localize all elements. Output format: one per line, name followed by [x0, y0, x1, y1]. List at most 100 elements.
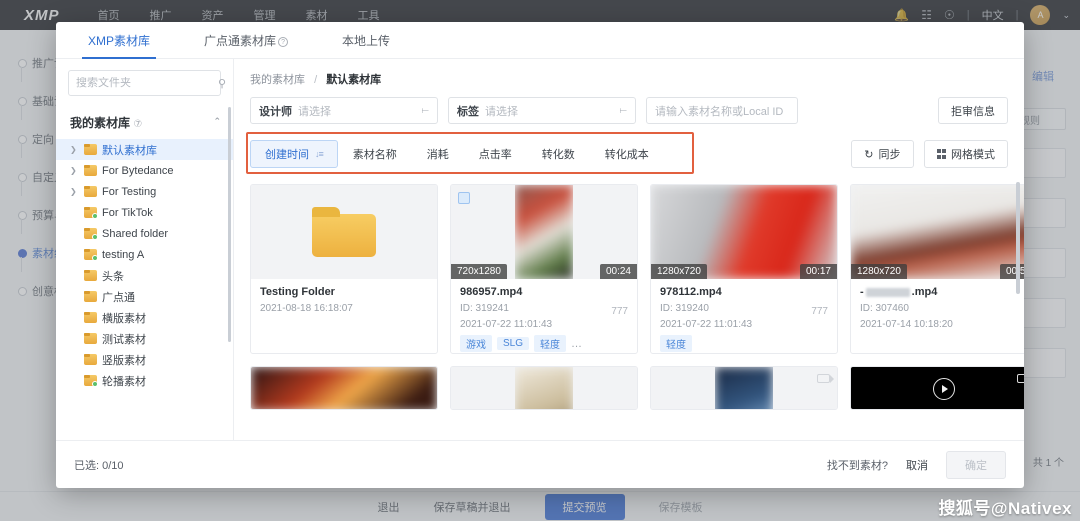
save-draft-exit-button[interactable]: 保存草稿并退出 [434, 499, 511, 515]
save-template-button[interactable]: 保存模板 [659, 499, 703, 515]
card-title: 978112.mp4 [660, 286, 722, 298]
folder-item-testing[interactable]: ❯ For Testing [56, 181, 233, 202]
breadcrumb-current: 默认素材库 [326, 74, 382, 86]
material-card-row2-2[interactable] [450, 366, 638, 410]
grid-mode-button[interactable]: 网格模式 [923, 140, 1008, 168]
submit-preview-button[interactable]: 提交预览 [544, 493, 625, 520]
folder-icon [84, 333, 97, 344]
nav-item-management[interactable]: 管理 [254, 7, 276, 23]
footer-actions: 找不到素材? 取消 确定 [827, 450, 1006, 479]
sort-conversions[interactable]: 转化数 [527, 140, 590, 168]
tab-xmp-library-label: XMP素材库 [88, 34, 151, 48]
folder-item-gdt[interactable]: ❯ 广点通 [56, 286, 233, 307]
nav-item-home[interactable]: 首页 [98, 7, 120, 23]
language-switcher[interactable]: 中文 [982, 7, 1004, 23]
grid-scrollbar[interactable] [1016, 182, 1020, 294]
folder-item-toutiao[interactable]: ❯ 头条 [56, 265, 233, 286]
folder-item-default[interactable]: ❯ 默认素材库 [56, 139, 233, 160]
list-icon[interactable]: ☷ [921, 8, 932, 22]
chevron-right-icon[interactable]: ❯ [70, 166, 79, 175]
material-card-folder[interactable]: Testing Folder 2021-08-18 16:18:07 [250, 184, 438, 354]
folder-item-carousel[interactable]: ❯ 轮播素材 [56, 370, 233, 391]
folder-item-label: 轮播素材 [102, 375, 146, 388]
card-tag[interactable]: 轻度 [534, 335, 567, 352]
material-card-986957[interactable]: 720x1280 00:24 986957.mp4 ID: 319241 777… [450, 184, 638, 354]
folder-icon [84, 165, 97, 176]
reject-info-button[interactable]: 拒审信息 [938, 97, 1008, 124]
help-icon[interactable]: ? [278, 37, 289, 47]
folder-item-testing-a[interactable]: ❯ testing A [56, 244, 233, 265]
cancel-button[interactable]: 取消 [906, 457, 928, 473]
card-tag-more[interactable]: … [571, 338, 582, 350]
topbar-divider-right: | [1015, 9, 1019, 21]
nav-item-assets[interactable]: 资产 [202, 7, 224, 23]
folder-item-tiktok[interactable]: ❯ For TikTok [56, 202, 233, 223]
folder-item-bytedance[interactable]: ❯ For Bytedance [56, 160, 233, 181]
folder-item-landscape[interactable]: ❯ 横版素材 [56, 307, 233, 328]
nav-item-promotion[interactable]: 推广 [150, 7, 172, 23]
app-logo[interactable]: XMP [24, 7, 60, 24]
folder-pane-scrollbar[interactable] [228, 107, 231, 342]
sort-create-time[interactable]: 创建时间 ↓≡ [250, 140, 338, 168]
panel-count-label: 共 1 个 [1032, 458, 1064, 469]
tab-gdt-library[interactable]: 广点通素材库? [190, 32, 302, 58]
designer-select[interactable]: 设计师 请选择 ⟝ [250, 97, 438, 124]
edit-link[interactable]: 编辑 [1032, 68, 1054, 84]
sort-cost[interactable]: 消耗 [412, 140, 464, 168]
folder-item-portrait[interactable]: ❯ 竖版素材 [56, 349, 233, 370]
sort-material-name[interactable]: 素材名称 [338, 140, 412, 168]
folder-icon [84, 312, 97, 323]
help-icon[interactable]: ☉ [944, 8, 955, 22]
tab-local-upload[interactable]: 本地上传 [328, 32, 404, 58]
nav-item-tools[interactable]: 工具 [358, 7, 380, 23]
folder-section-header[interactable]: 我的素材库 ⑦ ⌃ [56, 108, 233, 139]
thumbnail-image [515, 185, 573, 279]
chevron-down-icon[interactable]: ⟝ [620, 105, 627, 116]
grid-mode-label: 网格模式 [951, 149, 995, 161]
material-card-row2-4[interactable] [850, 366, 1024, 410]
thumbnail-image [715, 367, 773, 409]
play-icon[interactable] [933, 378, 955, 400]
help-icon[interactable]: ⑦ [133, 119, 142, 130]
folder-item-test-material[interactable]: ❯ 测试素材 [56, 328, 233, 349]
card-date: 2021-07-22 11:01:43 [460, 319, 553, 330]
chevron-down-icon[interactable]: ⟝ [422, 105, 429, 116]
chevron-right-icon[interactable]: ❯ [70, 187, 79, 196]
search-icon[interactable]: ⚲ [218, 77, 226, 90]
breadcrumb-separator: / [314, 74, 318, 86]
material-card-row2-3[interactable] [650, 366, 838, 410]
chevron-right-icon[interactable]: ❯ [70, 145, 79, 154]
sort-conversion-cost[interactable]: 转化成本 [590, 140, 664, 168]
card-tag[interactable]: 游戏 [460, 335, 492, 352]
material-card-307460[interactable]: 1280x720 00:54 - .mp4 ID: 3074 [850, 184, 1024, 354]
chevron-down-icon[interactable]: ⌄ [1062, 10, 1070, 21]
sync-button[interactable]: ↻ 同步 [851, 140, 914, 168]
chevron-up-icon[interactable]: ⌃ [213, 116, 221, 127]
sort-ctr[interactable]: 点击率 [464, 140, 527, 168]
card-tag[interactable]: SLG [497, 337, 530, 350]
shared-folder-icon [84, 228, 98, 240]
card-checkbox[interactable] [458, 192, 470, 204]
tab-xmp-library[interactable]: XMP素材库 [74, 32, 164, 59]
folder-search-input[interactable] [76, 77, 218, 89]
exit-button[interactable]: 退出 [378, 499, 400, 515]
card-tag[interactable]: 轻度 [660, 335, 692, 352]
thumbnail-image [515, 367, 573, 409]
sort-create-time-label: 创建时间 [265, 149, 309, 161]
folder-item-shared-folder[interactable]: ❯ Shared folder [56, 223, 233, 244]
video-icon [817, 374, 834, 383]
folder-search-box[interactable]: ⚲ [68, 70, 226, 96]
material-card-978112[interactable]: 1280x720 00:17 978112.mp4 ID: 319240 777… [650, 184, 838, 354]
breadcrumb-root[interactable]: 我的素材库 [250, 74, 305, 86]
avatar[interactable]: A [1030, 5, 1051, 25]
material-card-row2-1[interactable] [250, 366, 438, 410]
material-name-search-input[interactable]: 请输入素材名称或Local ID [646, 97, 798, 124]
confirm-button[interactable]: 确定 [946, 450, 1006, 479]
tab-local-upload-label: 本地上传 [342, 34, 391, 48]
tag-select-label: 标签 [457, 105, 479, 118]
cannot-find-material-link[interactable]: 找不到素材? [827, 457, 888, 473]
bell-icon[interactable]: 🔔 [894, 8, 909, 22]
nav-item-material[interactable]: 素材 [306, 7, 328, 23]
tag-select[interactable]: 标签 请选择 ⟝ [448, 97, 636, 124]
filter-row: 设计师 请选择 ⟝ 标签 请选择 ⟝ 请输入素材名称或Local ID 拒审信息 [234, 87, 1024, 124]
